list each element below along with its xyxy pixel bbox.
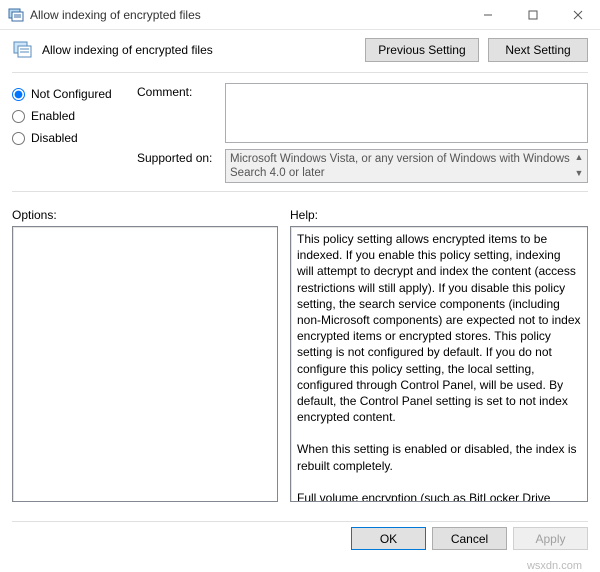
policy-setting-icon	[12, 39, 34, 61]
radio-label: Disabled	[31, 131, 78, 145]
divider	[12, 191, 588, 192]
radio-disabled[interactable]: Disabled	[12, 131, 137, 145]
supported-on-text: Microsoft Windows Vista, or any version …	[230, 153, 570, 179]
ok-button[interactable]: OK	[351, 527, 426, 550]
radio-disabled-input[interactable]	[12, 132, 25, 145]
divider	[12, 72, 588, 73]
comment-input[interactable]	[225, 83, 588, 143]
minimize-button[interactable]	[465, 0, 510, 29]
state-radio-group: Not Configured Enabled Disabled	[12, 83, 137, 183]
close-button[interactable]	[555, 0, 600, 29]
watermark: wsxdn.com	[527, 560, 582, 572]
scroll-down-icon[interactable]: ▼	[572, 167, 586, 181]
policy-title: Allow indexing of encrypted files	[42, 43, 359, 57]
scroll-up-icon[interactable]: ▲	[572, 151, 586, 165]
apply-button[interactable]: Apply	[513, 527, 588, 550]
help-panel[interactable]: This policy setting allows encrypted ite…	[290, 226, 588, 502]
window-controls	[465, 0, 600, 29]
window-title: Allow indexing of encrypted files	[30, 8, 465, 22]
divider	[12, 521, 588, 522]
radio-not-configured-input[interactable]	[12, 88, 25, 101]
content-columns: This policy setting allows encrypted ite…	[0, 226, 600, 502]
maximize-button[interactable]	[510, 0, 555, 29]
gpedit-policy-icon	[8, 7, 24, 23]
radio-label: Not Configured	[31, 87, 112, 101]
form-column: Comment: Supported on: Microsoft Windows…	[137, 83, 588, 183]
title-bar: Allow indexing of encrypted files	[0, 0, 600, 30]
supported-label: Supported on:	[137, 149, 219, 165]
header: Allow indexing of encrypted files Previo…	[0, 30, 600, 70]
supported-on-field: Microsoft Windows Vista, or any version …	[225, 149, 588, 183]
comment-row: Comment:	[137, 83, 588, 143]
options-label: Options:	[12, 208, 278, 222]
previous-setting-button[interactable]: Previous Setting	[365, 38, 478, 62]
comment-label: Comment:	[137, 83, 219, 99]
radio-enabled-input[interactable]	[12, 110, 25, 123]
nav-buttons: Previous Setting Next Setting	[359, 38, 588, 62]
dialog-buttons: OK Cancel Apply	[351, 527, 588, 550]
radio-enabled[interactable]: Enabled	[12, 109, 137, 123]
radio-not-configured[interactable]: Not Configured	[12, 87, 137, 101]
cancel-button[interactable]: Cancel	[432, 527, 507, 550]
config-area: Not Configured Enabled Disabled Comment:…	[0, 79, 600, 183]
next-setting-button[interactable]: Next Setting	[488, 38, 588, 62]
supported-row: Supported on: Microsoft Windows Vista, o…	[137, 149, 588, 183]
help-label: Help:	[290, 208, 588, 222]
section-labels: Options: Help:	[0, 198, 600, 226]
options-panel	[12, 226, 278, 502]
radio-label: Enabled	[31, 109, 75, 123]
